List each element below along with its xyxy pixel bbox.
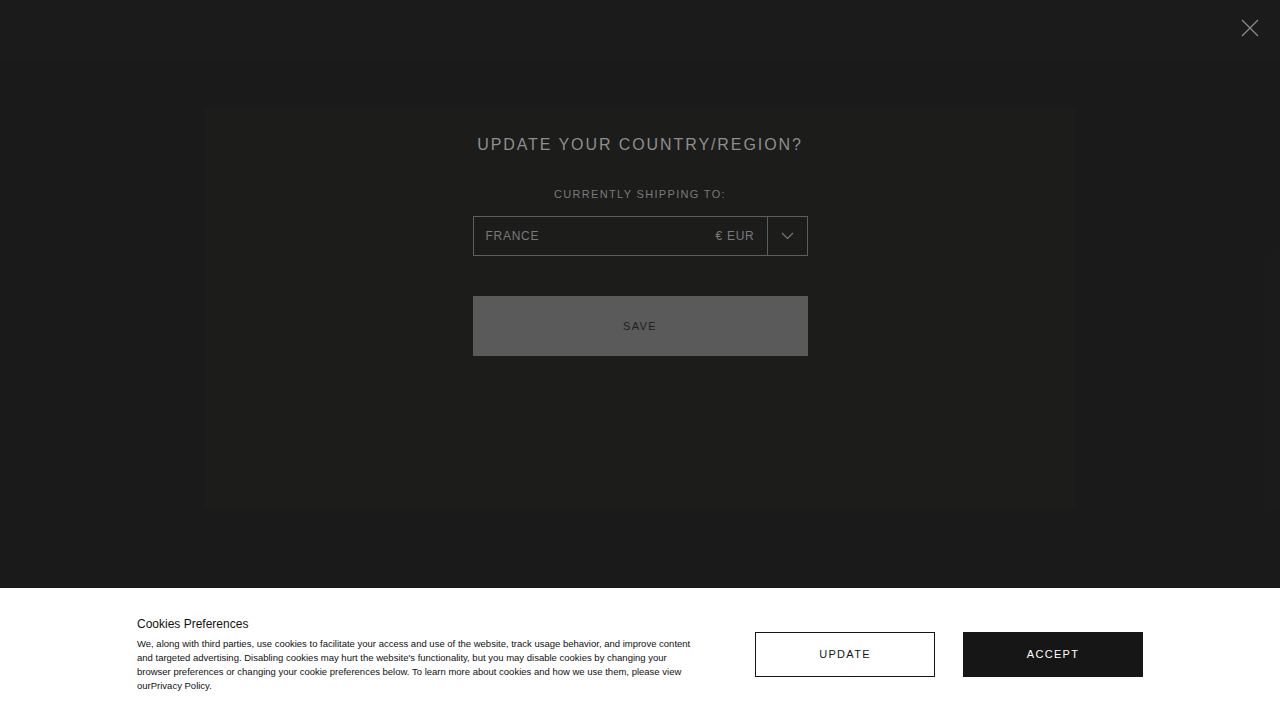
chevron-down-icon xyxy=(781,232,794,240)
save-button[interactable]: SAVE xyxy=(473,296,808,356)
privacy-policy-link[interactable]: Privacy Policy xyxy=(151,680,209,691)
cookie-text: We, along with third parties, use cookie… xyxy=(137,637,697,693)
modal-title: UPDATE YOUR COUNTRY/REGION? xyxy=(477,135,803,155)
page: UPDATE YOUR COUNTRY/REGION? CURRENTLY SHI… xyxy=(0,0,1280,720)
shipping-label: CURRENTLY SHIPPING TO: xyxy=(554,187,726,201)
update-button[interactable]: UPDATE xyxy=(755,632,935,677)
cookie-title: Cookies Preferences xyxy=(137,616,697,632)
accept-button[interactable]: ACCEPT xyxy=(963,632,1143,677)
currency-value: € EUR xyxy=(716,227,767,245)
cookie-buttons: UPDATE ACCEPT xyxy=(755,632,1143,677)
country-value: FRANCE xyxy=(474,227,716,245)
cookie-banner: Cookies Preferences We, along with third … xyxy=(0,588,1280,720)
close-icon xyxy=(1241,19,1259,37)
country-select[interactable]: FRANCE€ EUR xyxy=(473,216,808,256)
cookie-text-block: Cookies Preferences We, along with third … xyxy=(137,616,697,693)
close-button[interactable] xyxy=(1240,18,1260,38)
select-toggle[interactable] xyxy=(767,217,807,255)
